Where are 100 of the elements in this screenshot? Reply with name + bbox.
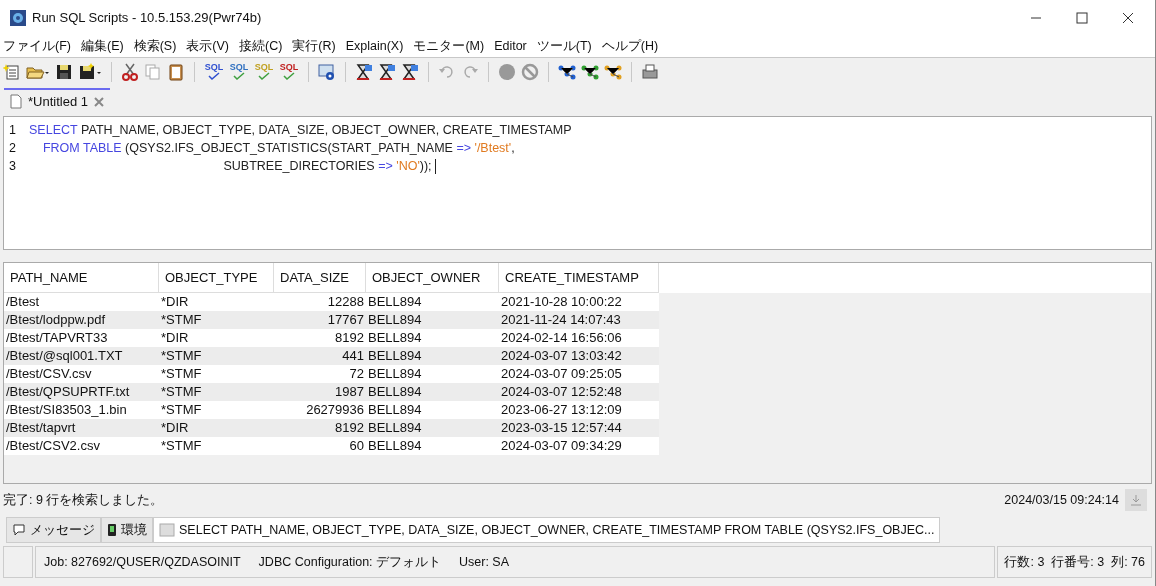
- table-cell-text: 2021-10-28 10:00:22: [500, 293, 623, 311]
- table-cell-text: BELL894: [367, 365, 423, 383]
- table-cell-text: /Btest/QPSUPRTF.txt: [5, 383, 131, 401]
- job-label: Job: 827692/QUSER/QZDASOINIT: [44, 553, 241, 571]
- table-cell-text: BELL894: [367, 383, 423, 401]
- table-cell-text: BELL894: [367, 311, 423, 329]
- phone-icon: [107, 523, 117, 537]
- table-cell-text: *DIR: [160, 419, 190, 437]
- table-cell-text: *STMF: [160, 347, 203, 365]
- menu-item[interactable]: 接続(C): [239, 36, 283, 56]
- menu-item[interactable]: 検索(S): [133, 36, 177, 56]
- menu-item[interactable]: ツール(T): [536, 36, 592, 56]
- menu-item[interactable]: ファイル(F): [3, 36, 71, 56]
- table-cell-text: *STMF: [160, 383, 203, 401]
- close-icon: [1122, 11, 1134, 24]
- hourglass-icon[interactable]: [401, 62, 419, 81]
- column-header[interactable]: DATA_SIZE: [274, 263, 366, 293]
- document-icon: [10, 94, 22, 109]
- save-icon[interactable]: [55, 62, 73, 81]
- table-cell-text: 2024-03-07 13:03:42: [500, 347, 623, 365]
- cursor-position: 行数: 3 行番号: 3 列: 76: [1004, 553, 1145, 571]
- table-cell-text: /Btest/SI83503_1.bin: [5, 401, 128, 419]
- paste-icon[interactable]: [167, 62, 185, 81]
- code-line: SELECT PATH_NAME, OBJECT_TYPE, DATA_SIZE, OBJECT_OWNER, CREATE_TIMESTAMP: [29, 122, 572, 139]
- table-cell-text: 2023-03-15 12:57:44: [500, 419, 623, 437]
- check-icon: [257, 72, 271, 80]
- close-tab-icon[interactable]: [94, 96, 104, 107]
- printer-icon[interactable]: [641, 62, 659, 81]
- table-cell-text: /Btest/CSV2.csv: [5, 437, 101, 455]
- line-number: 3: [8, 158, 17, 175]
- run-sql-button[interactable]: SQL: [204, 63, 224, 80]
- table-cell-text: *STMF: [160, 401, 203, 419]
- table-cell-text: 2021-11-24 14:07:43: [500, 311, 622, 329]
- table-cell-text: 17767: [326, 311, 365, 329]
- check-icon: [232, 72, 246, 80]
- app-icon: [9, 8, 27, 27]
- table-cell-text: *DIR: [160, 293, 190, 311]
- menu-item[interactable]: 表示(V): [186, 36, 229, 56]
- table-icon: [159, 523, 175, 537]
- run-sql-button[interactable]: SQL: [229, 63, 249, 80]
- table-cell-text: 2024-03-07 09:34:29: [500, 437, 623, 455]
- check-icon: [282, 72, 296, 80]
- table-cell-text: 2024-03-07 09:25:05: [500, 365, 623, 383]
- user-label: User: SA: [459, 553, 510, 571]
- column-header[interactable]: PATH_NAME: [4, 263, 159, 293]
- sql-editor[interactable]: 1 2 3 SELECT PATH_NAME, OBJECT_TYPE, DATA_SIZE, OBJECT_OWNER, CREATE_TIMESTAMP FROM TABLE (QSYS2.IFS_OBJECT_STATISTICS(START_PATH_NAME => '/Btest', SUBTREE_DIRECTORIES => 'NO'));: [3, 116, 1152, 250]
- menu-item[interactable]: 編集(E): [80, 36, 124, 56]
- table-cell-text: 72: [348, 365, 365, 383]
- table-cell-text: BELL894: [367, 347, 423, 365]
- table-cell-text: 441: [341, 347, 365, 365]
- table-cell-text: BELL894: [367, 419, 423, 437]
- new-script-icon[interactable]: [3, 62, 21, 81]
- table-cell-text: *DIR: [160, 329, 190, 347]
- column-header[interactable]: OBJECT_TYPE: [159, 263, 274, 293]
- menu-item[interactable]: Explain(X): [345, 36, 404, 56]
- cancel-icon[interactable]: [521, 62, 539, 81]
- menu-item[interactable]: モニター(M): [413, 36, 485, 56]
- table-cell-text: /Btest: [5, 293, 41, 311]
- table-cell-text: /Btest/@sql001.TXT: [5, 347, 124, 365]
- status-message: 完了: 9 行を検索しました。: [3, 491, 164, 509]
- hourglass-icon[interactable]: [355, 62, 373, 81]
- bottom-tab[interactable]: 環境: [101, 517, 153, 543]
- table-cell-text: 2024-02-14 16:56:06: [500, 329, 623, 347]
- window-title: Run SQL Scripts - 10.5.153.29(Pwr74b): [32, 8, 262, 27]
- speech-bubble-icon: [12, 523, 26, 537]
- maximize-icon: [1076, 11, 1088, 24]
- table-cell-text: 8192: [334, 419, 365, 437]
- menu-item[interactable]: Editor: [494, 36, 527, 56]
- save-as-icon[interactable]: [78, 62, 102, 81]
- line-number: 1: [8, 122, 17, 139]
- menu-item[interactable]: 実行(R): [292, 36, 336, 56]
- settings-icon[interactable]: [318, 62, 336, 81]
- column-header[interactable]: OBJECT_OWNER: [366, 263, 499, 293]
- text-cursor: [435, 158, 437, 174]
- table-cell-text: 26279936: [305, 401, 365, 419]
- table-cell-text: BELL894: [367, 401, 423, 419]
- table-cell-text: 2024-03-07 12:52:48: [500, 383, 623, 401]
- table-cell-text: *STMF: [160, 437, 203, 455]
- table-cell-text: 60: [348, 437, 365, 455]
- table-cell-text: 8192: [334, 329, 365, 347]
- jdbc-label: JDBC Configuration: デフォルト: [258, 553, 442, 571]
- bottom-tab[interactable]: SELECT PATH_NAME, OBJECT_TYPE, DATA_SIZE, OBJECT_OWNER, CREATE_TIMESTAMP FROM TABLE (QSYS2.IFS_OBJEC...: [153, 517, 941, 543]
- cut-icon[interactable]: [121, 62, 139, 81]
- column-header[interactable]: CREATE_TIMESTAMP: [499, 263, 659, 293]
- table-cell-text: *STMF: [160, 311, 203, 329]
- stop-icon[interactable]: [498, 62, 516, 81]
- table-cell-text: 12288: [326, 293, 365, 311]
- check-icon: [207, 72, 221, 80]
- table-cell-text: /Btest/tapvrt: [5, 419, 77, 437]
- table-cell-text: BELL894: [367, 329, 423, 347]
- download-icon: [1130, 494, 1142, 506]
- bottom-tab[interactable]: メッセージ: [6, 517, 101, 543]
- timestamp: 2024/03/15 09:24:14: [1004, 491, 1119, 509]
- table-cell-text: *STMF: [160, 365, 203, 383]
- hourglass-icon[interactable]: [378, 62, 396, 81]
- table-cell-text: 1987: [334, 383, 365, 401]
- menu-item[interactable]: ヘルプ(H): [601, 36, 659, 56]
- run-sql-button[interactable]: SQL: [279, 63, 299, 80]
- line-number: 2: [8, 140, 17, 157]
- code-line: SUBTREE_DIRECTORIES => 'NO'));: [29, 157, 572, 175]
